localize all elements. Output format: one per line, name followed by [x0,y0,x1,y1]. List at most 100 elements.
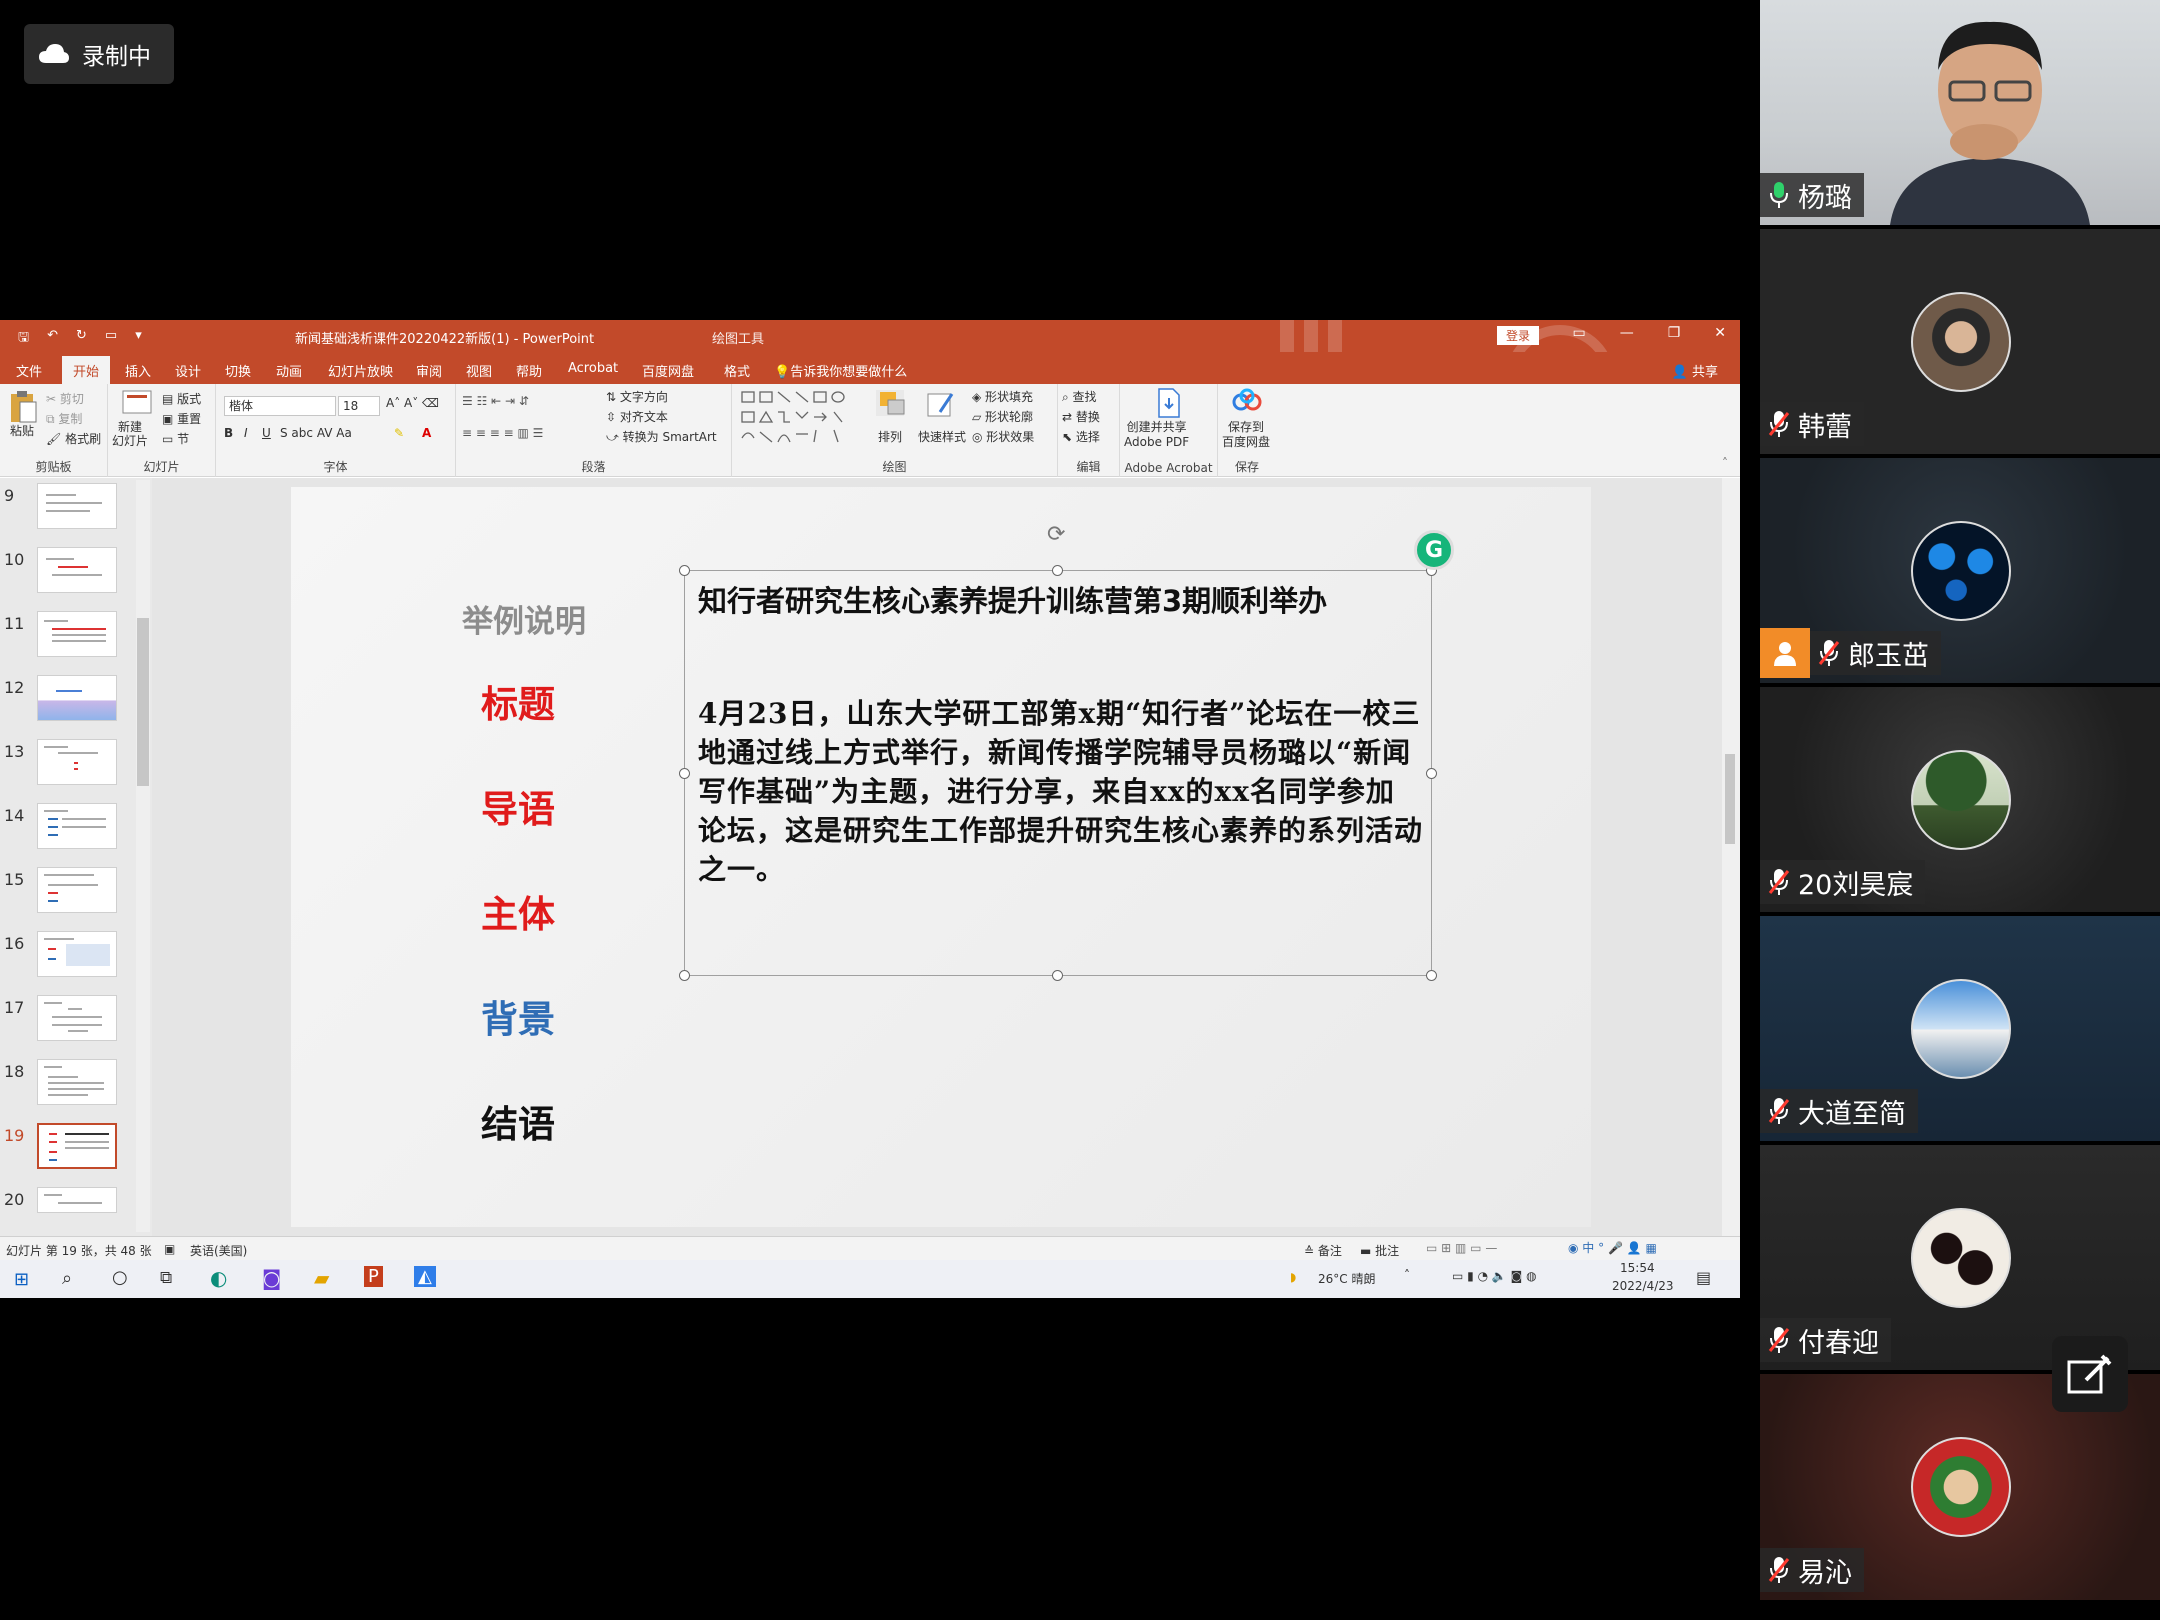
italic-icon[interactable]: I [244,426,248,440]
comments-button[interactable]: ▬ 批注 [1360,1242,1399,1259]
select-button[interactable]: ⬉ 选择 [1062,428,1100,445]
paste-label[interactable]: 粘贴 [10,422,34,439]
cut-button[interactable]: ✂ 剪切 [46,390,84,407]
save-to-netdisk-button[interactable]: 保存到 百度网盘 [1222,420,1270,450]
tab-animations[interactable]: 动画 [276,361,302,380]
font-size-select[interactable]: 18 [338,396,380,416]
text-box-selection[interactable] [684,570,1432,976]
annotate-button[interactable] [2052,1336,2128,1412]
cortana-icon[interactable]: ○ [112,1267,128,1288]
restore-icon[interactable]: ❐ [1668,325,1681,341]
powerpoint-icon[interactable]: P [364,1266,383,1287]
baidu-netdisk-icon[interactable] [1232,388,1262,414]
reset-button[interactable]: ▣ 重置 [162,410,201,427]
file-explorer-icon[interactable]: ▰ [314,1266,329,1290]
collapse-ribbon-icon[interactable]: ˄ [1722,456,1728,470]
tab-acrobat[interactable]: Acrobat [568,361,618,376]
quick-styles-icon[interactable] [926,390,956,420]
task-view-icon[interactable]: ⧉ [160,1268,172,1288]
language-status[interactable]: 英语(美国) [190,1242,247,1259]
taskbar-date[interactable]: 2022/4/23 [1612,1279,1674,1293]
thumbnail-scrollbar[interactable] [136,480,150,1232]
resize-handle[interactable] [679,768,690,779]
present-icon[interactable]: ▭ [105,328,117,350]
edge-icon[interactable]: ◐ [210,1266,227,1290]
weather-label[interactable]: 26°C 晴朗 [1318,1270,1375,1287]
slide-scrollbar[interactable] [1722,478,1740,1236]
taskbar-time[interactable]: 15:54 [1620,1261,1655,1275]
spellcheck-icon[interactable]: ▣ [164,1242,175,1256]
customize-icon[interactable]: ▾ [135,328,142,350]
tab-transitions[interactable]: 切换 [225,361,251,380]
shape-effects-button[interactable]: ◎ 形状效果 [972,428,1034,445]
notifications-icon[interactable]: ▤ [1696,1268,1711,1287]
recording-badge[interactable]: 录制中 [24,24,174,84]
font-name-select[interactable]: 楷体 [224,396,336,416]
underline-icon[interactable]: U [262,426,271,440]
undo-icon[interactable]: ↶ [47,328,58,350]
find-button[interactable]: ⌕ 查找 [1062,388,1097,405]
resize-handle[interactable] [1426,970,1437,981]
close-icon[interactable]: ✕ [1714,325,1726,341]
tab-review[interactable]: 审阅 [416,361,442,380]
redo-icon[interactable]: ↻ [76,328,87,350]
section-button[interactable]: ▭ 节 [162,430,189,447]
create-pdf-button[interactable]: 创建并共享 Adobe PDF [1124,420,1189,450]
tab-format[interactable]: 格式 [724,361,750,380]
text-direction-button[interactable]: ⇅ 文字方向 [606,388,668,405]
login-button[interactable]: 登录 [1497,326,1540,345]
share-button[interactable]: 👤 共享 [1672,361,1718,380]
tab-design[interactable]: 设计 [175,361,201,380]
tray-icons[interactable]: ▭ ▮ ◔ 🔈 ◙ ◍ [1452,1269,1537,1283]
tray-chevron-icon[interactable]: ˄ [1404,1268,1410,1282]
resize-handle[interactable] [679,565,690,576]
shape-outline-button[interactable]: ▱ 形状轮廓 [972,408,1033,425]
shadow-strike-icon[interactable]: S abc AV Aa [280,426,352,440]
font-grow-shrink-icon[interactable]: A˄ A˅ ⌫ [386,396,439,410]
tab-slideshow[interactable]: 幻灯片放映 [328,361,393,380]
notes-button[interactable]: ≙ 备注 [1304,1242,1342,1259]
paste-icon[interactable] [8,390,38,424]
quick-styles-label[interactable]: 快速样式 [918,428,966,445]
resize-handle[interactable] [679,970,690,981]
font-color-icon[interactable]: A [422,426,431,440]
tab-insert[interactable]: 插入 [125,361,151,380]
minimize-icon[interactable]: — [1620,325,1634,341]
save-icon[interactable]: 🖫 [18,328,29,350]
copy-button[interactable]: ⧉ 复制 [46,410,82,427]
shapes-gallery-icon[interactable] [738,388,870,448]
participant-tile[interactable]: 20刘昊宸 [1760,687,2160,912]
meeting-app-icon[interactable]: ◭ [414,1266,436,1287]
bold-icon[interactable]: B [224,426,233,440]
new-slide-button[interactable]: 新建 幻灯片 [112,420,148,448]
pdf-icon[interactable] [1156,388,1182,418]
tell-me-search[interactable]: 💡告诉我你想要做什么 [774,361,907,380]
align-text-button[interactable]: ⇳ 对齐文本 [606,408,668,425]
windows-start-icon[interactable]: ⊞ [14,1269,29,1290]
ime-toolbar[interactable]: ◉ 中 ° 🎤 👤 ▦ [1568,1239,1657,1256]
grammarly-icon[interactable]: G [1414,530,1454,570]
tab-home[interactable]: 开始 [62,356,111,386]
shape-fill-button[interactable]: ◈ 形状填充 [972,388,1033,405]
view-buttons[interactable]: ▭ ⊞ ▥ ▭ — [1426,1241,1497,1255]
replace-button[interactable]: ⇄ 替换 [1062,408,1100,425]
arrange-icon[interactable] [878,390,908,418]
app-icon[interactable]: ◙ [262,1266,281,1290]
search-icon[interactable]: ⌕ [62,1268,72,1289]
new-slide-icon[interactable] [122,390,152,416]
participant-tile[interactable]: 大道至简 [1760,916,2160,1141]
ribbon-display-icon[interactable]: ▭ [1572,325,1585,341]
layout-button[interactable]: ▤ 版式 [162,390,201,407]
format-painter-button[interactable]: 🖌 格式刷 [46,430,101,447]
resize-handle[interactable] [1052,970,1063,981]
tab-baidu-netdisk[interactable]: 百度网盘 [642,361,694,380]
smartart-button[interactable]: ⤻ 转换为 SmartArt [606,428,717,445]
tab-view[interactable]: 视图 [466,361,492,380]
tab-file[interactable]: 文件 [16,361,42,380]
tab-help[interactable]: 帮助 [516,361,542,380]
arrange-label[interactable]: 排列 [878,428,902,445]
participant-tile[interactable]: 郎玉茁 [1760,458,2160,683]
rotate-handle-icon[interactable]: ⟳ [1047,522,1065,547]
align-icons[interactable]: ≡ ≡ ≡ ≡ ▥ ☰ [462,426,543,440]
highlight-icon[interactable]: ✎ [394,426,404,440]
